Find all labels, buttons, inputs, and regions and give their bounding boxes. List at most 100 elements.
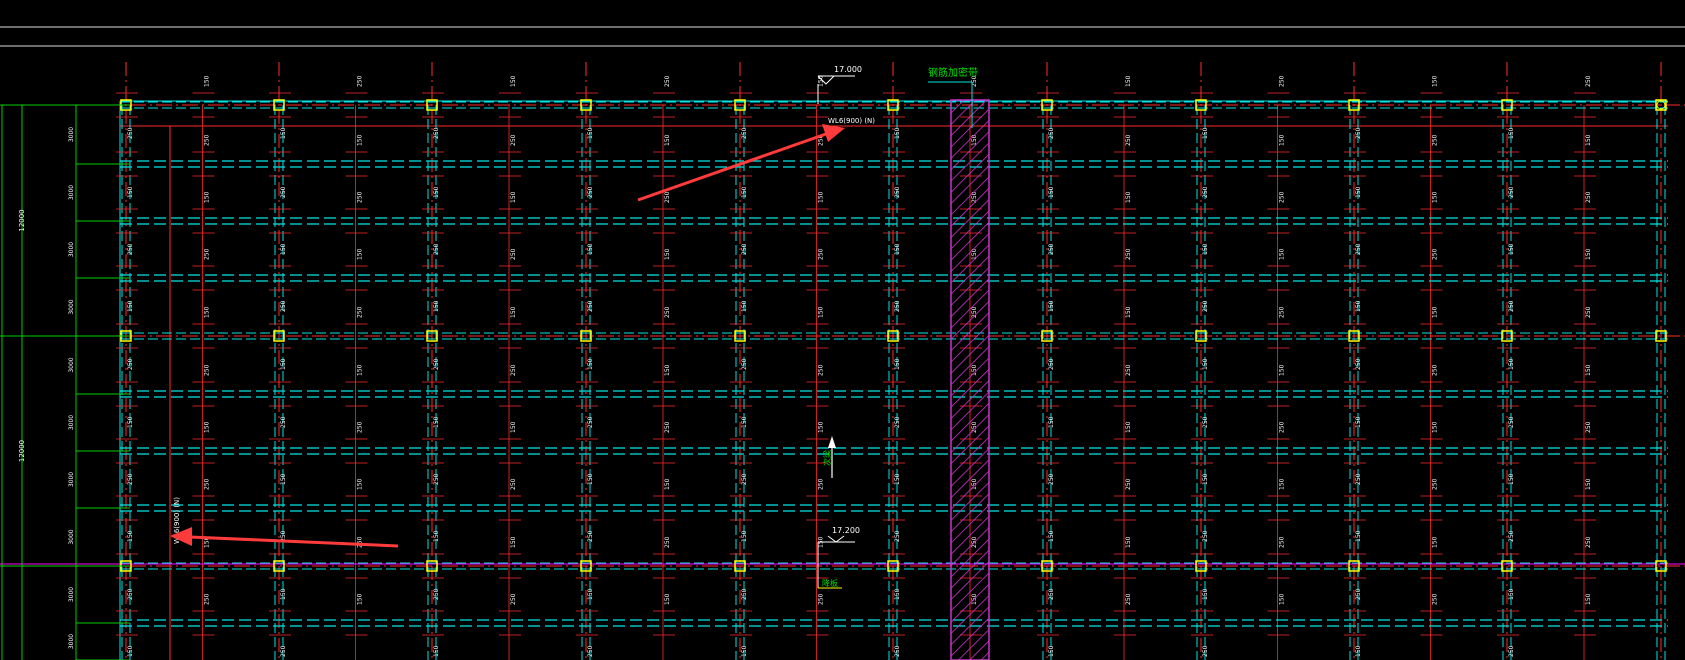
slab-tag: 150 xyxy=(1508,243,1515,255)
slab-tag: 250 xyxy=(664,421,671,433)
slab-tag: 250 xyxy=(1125,248,1132,260)
slab-tag: 250 xyxy=(357,421,364,433)
slab-tag: 250 xyxy=(1508,645,1515,657)
dimension-chain: 12000 12000 3000 3000 3000 3000 3000 3000 3000 30… xyxy=(0,104,130,660)
slab-tag: 150 xyxy=(587,473,594,485)
slab-tag: 150 xyxy=(818,306,825,318)
slab-tag: 150 xyxy=(1279,364,1286,376)
slab-tag: 250 xyxy=(280,645,287,657)
slab-tag: 150 xyxy=(1048,186,1055,198)
dim-outer-value: 12000 xyxy=(18,440,26,462)
slab-tag: 150 xyxy=(587,358,594,370)
slab-tag: 150 xyxy=(1432,421,1439,433)
slab-tag: 150 xyxy=(280,127,287,139)
slab-tag: 250 xyxy=(1355,473,1362,485)
slab-tag: 150 xyxy=(1125,421,1132,433)
slab-tag: 150 xyxy=(1125,536,1132,548)
dim-inner-value: 3000 xyxy=(68,529,75,544)
dim-inner-value: 3000 xyxy=(68,587,75,602)
slab-tag: 150 xyxy=(664,478,671,490)
slab-tag: 150 xyxy=(1048,416,1055,428)
slab-tag: 250 xyxy=(1585,536,1592,548)
slab-tag: 150 xyxy=(1585,248,1592,260)
slab-tag: 150 xyxy=(1125,191,1132,203)
dim-inner-value: 3000 xyxy=(68,127,75,142)
dim-inner-value: 3000 xyxy=(68,299,75,314)
slab-tag: 250 xyxy=(1508,416,1515,428)
slab-tag: 250 xyxy=(1125,478,1132,490)
slab-tag: 250 xyxy=(433,243,440,255)
dim-outer-value: 12000 xyxy=(18,209,26,231)
slab-tag: 150 xyxy=(433,530,440,542)
slab-tag: 150 xyxy=(1355,300,1362,312)
slab-tag: 150 xyxy=(587,588,594,600)
slab-tag: 150 xyxy=(1585,593,1592,605)
slab-tag: 150 xyxy=(664,593,671,605)
slab-tag: 150 xyxy=(664,364,671,376)
slab-tag: 250 xyxy=(1048,588,1055,600)
slab-tag: 250 xyxy=(204,248,211,260)
slab-tag: 250 xyxy=(433,127,440,139)
slab-tag: 150 xyxy=(894,243,901,255)
slab-tag: 150 xyxy=(357,364,364,376)
dim-inner-value: 3000 xyxy=(68,357,75,372)
slab-tag: 150 xyxy=(1508,588,1515,600)
slab-tag: 250 xyxy=(1125,364,1132,376)
slab-tag: 250 xyxy=(1202,530,1209,542)
slab-tag: 150 xyxy=(1432,306,1439,318)
slab-tag: 250 xyxy=(357,306,364,318)
slab-tag: 250 xyxy=(587,645,594,657)
slab-tag: 150 xyxy=(1279,134,1286,146)
dim-inner-value: 3000 xyxy=(68,472,75,487)
slab-tag: 150 xyxy=(280,588,287,600)
rebar-band-hatch xyxy=(950,99,990,660)
slab-tag: 250 xyxy=(1202,186,1209,198)
slab-tag: 150 xyxy=(741,186,748,198)
slab-tag: 150 xyxy=(357,478,364,490)
slab-tag: 150 xyxy=(1355,186,1362,198)
slab-tag: 250 xyxy=(1585,306,1592,318)
slab-tag: 250 xyxy=(127,358,134,370)
slab-tag: 250 xyxy=(204,593,211,605)
slab-tag: 150 xyxy=(1202,243,1209,255)
slab-tag: 250 xyxy=(741,588,748,600)
slab-tag: 250 xyxy=(1279,191,1286,203)
slab-tag: 250 xyxy=(510,364,517,376)
slab-tags: 250 150 150 250 250 150 150 250 250 150 150 250 250 1… xyxy=(116,75,1596,657)
slab-tag: 250 xyxy=(204,134,211,146)
slab-tag: 250 xyxy=(1048,243,1055,255)
slab-tag: 150 xyxy=(127,530,134,542)
elevation-mid-label: 17.200 xyxy=(832,526,860,535)
slab-tag: 150 xyxy=(127,416,134,428)
slab-tag: 250 xyxy=(587,530,594,542)
slab-tag: 150 xyxy=(510,536,517,548)
arrow-label: 次梁 xyxy=(822,450,832,466)
dim-inner-value: 3000 xyxy=(68,634,75,649)
slab-tag: 150 xyxy=(741,416,748,428)
slab-tag: 150 xyxy=(1279,248,1286,260)
slab-tag: 150 xyxy=(433,416,440,428)
slab-tag: 250 xyxy=(1432,593,1439,605)
slab-tag: 250 xyxy=(818,593,825,605)
slab-tag: 250 xyxy=(741,473,748,485)
slab-tag: 250 xyxy=(127,127,134,139)
elevation-marker-mid: 17.200 降板 xyxy=(817,526,860,589)
slab-tag: 250 xyxy=(894,186,901,198)
slab-tag: 150 xyxy=(433,186,440,198)
slab-tag: 250 xyxy=(433,588,440,600)
beam-callout: WL6(900) (N) xyxy=(828,117,875,125)
slab-tag: 250 xyxy=(1355,243,1362,255)
slab-tag: 250 xyxy=(741,243,748,255)
slab-tag: 150 xyxy=(127,186,134,198)
slab-tag: 250 xyxy=(510,248,517,260)
slab-tag: 250 xyxy=(1355,127,1362,139)
slab-tag: 250 xyxy=(894,300,901,312)
slab-tag: 150 xyxy=(1125,75,1132,87)
slab-tag: 250 xyxy=(1202,300,1209,312)
slab-tag: 250 xyxy=(1432,134,1439,146)
slab-tag: 250 xyxy=(1048,358,1055,370)
slab-tag: 250 xyxy=(280,186,287,198)
band-label: 钢筋加密带 xyxy=(928,66,978,79)
slab-tag: 150 xyxy=(587,127,594,139)
dim-inner-value: 3000 xyxy=(68,242,75,257)
